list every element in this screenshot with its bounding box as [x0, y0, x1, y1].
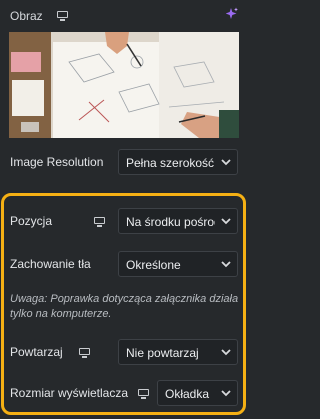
position-value: Na środku pośrodku — [126, 215, 215, 229]
image-resolution-label: Image Resolution — [10, 155, 104, 169]
desktop-icon[interactable] — [57, 11, 68, 21]
repeat-label: Powtarzaj — [10, 345, 63, 359]
repeat-value: Nie powtarzaj — [126, 346, 199, 360]
position-label: Pozycja — [10, 214, 53, 228]
desktop-icon[interactable] — [79, 348, 90, 358]
display-size-value: Okładka — [165, 387, 210, 401]
ai-sparkle-icon[interactable] — [226, 7, 238, 21]
section-title: Obraz — [10, 9, 43, 23]
display-size-select[interactable]: Okładka — [157, 380, 238, 406]
repeat-select[interactable]: Nie powtarzaj — [118, 339, 238, 365]
attachment-select[interactable]: Określone — [118, 251, 238, 277]
chevron-down-icon — [221, 349, 231, 356]
image-resolution-value: Pełna szerokość — [126, 156, 215, 170]
chevron-down-icon — [221, 218, 231, 225]
attachment-label: Zachowanie tła — [10, 257, 91, 271]
image-resolution-select[interactable]: Pełna szerokość — [118, 149, 238, 175]
image-preview-graphic — [9, 32, 239, 138]
position-select[interactable]: Na środku pośrodku — [118, 208, 238, 234]
desktop-icon[interactable] — [138, 389, 149, 399]
chevron-down-icon — [221, 159, 231, 166]
attachment-value: Określone — [126, 258, 181, 272]
image-preview[interactable] — [9, 32, 239, 138]
desktop-icon[interactable] — [94, 217, 105, 227]
section-header[interactable]: Obraz — [0, 0, 248, 34]
display-size-label: Rozmiar wyświetlacza — [10, 386, 129, 400]
chevron-down-icon — [221, 261, 231, 268]
attachment-note: Uwaga: Poprawka dotycząca załącznika dzi… — [10, 293, 239, 320]
chevron-down-icon — [221, 390, 231, 397]
